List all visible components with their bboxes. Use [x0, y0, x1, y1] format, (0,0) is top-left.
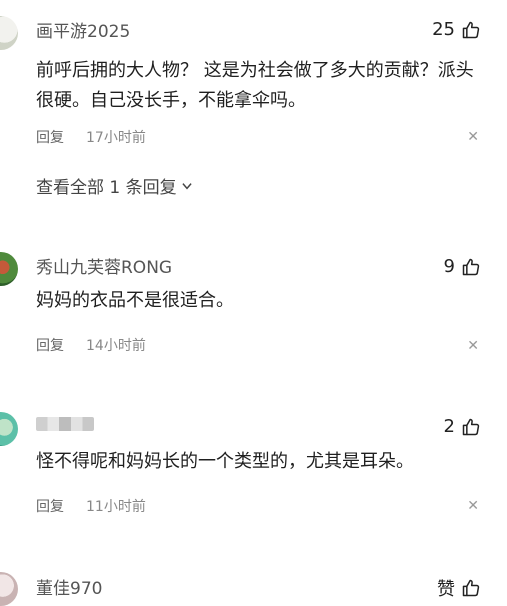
chevron-down-icon [181, 182, 192, 189]
like-count: 2 [443, 416, 455, 437]
comment-text: 怪不得呢和妈妈长的一个类型的，尤其是耳朵。 [36, 451, 414, 472]
like-button[interactable]: 9 [444, 256, 481, 277]
thumbs-up-icon [462, 21, 480, 38]
like-count: 25 [432, 19, 455, 40]
like-button[interactable]: 赞 [437, 575, 481, 601]
username[interactable]: 画平游2025 [36, 17, 130, 42]
avatar[interactable] [0, 252, 18, 286]
view-all-replies-button[interactable]: 查看全部 1 条回复 [36, 173, 194, 198]
close-icon[interactable]: ✕ [467, 339, 479, 353]
thumbs-up-icon [462, 258, 480, 275]
avatar[interactable] [0, 412, 18, 446]
thumbs-up-icon [462, 579, 480, 597]
comment-meta: 回复 17小时前 [36, 127, 146, 147]
reply-button[interactable]: 回复 [36, 335, 64, 355]
username[interactable]: 董佳970 [36, 574, 102, 599]
username[interactable] [36, 414, 94, 434]
close-icon[interactable]: ✕ [467, 130, 479, 144]
timestamp: 17小时前 [86, 130, 146, 146]
like-count: 9 [443, 256, 455, 277]
timestamp: 14小时前 [86, 338, 146, 354]
comment-meta: 回复 14小时前 [36, 335, 146, 355]
close-icon[interactable]: ✕ [467, 499, 479, 513]
reply-button[interactable]: 回复 [36, 127, 64, 147]
comment-meta: 回复 11小时前 [36, 496, 146, 516]
blurred-username [36, 417, 94, 431]
avatar[interactable] [0, 16, 18, 50]
timestamp: 11小时前 [86, 499, 146, 515]
comment-text: 妈妈的衣品不是很适合。 [36, 290, 234, 311]
reply-button[interactable]: 回复 [36, 496, 64, 516]
like-button[interactable]: 2 [444, 416, 481, 437]
avatar[interactable] [0, 572, 18, 606]
comment-text: 前呼后拥的大人物？ 这是为社会做了多大的贡献？派头很硬。自己没长手，不能拿伞吗。 [36, 60, 474, 111]
view-all-replies-label: 查看全部 1 条回复 [36, 178, 177, 198]
like-button[interactable]: 25 [432, 19, 481, 40]
username[interactable]: 秀山九芙蓉RONG [36, 253, 172, 278]
like-label: 赞 [437, 579, 455, 600]
thumbs-up-icon [462, 418, 480, 435]
